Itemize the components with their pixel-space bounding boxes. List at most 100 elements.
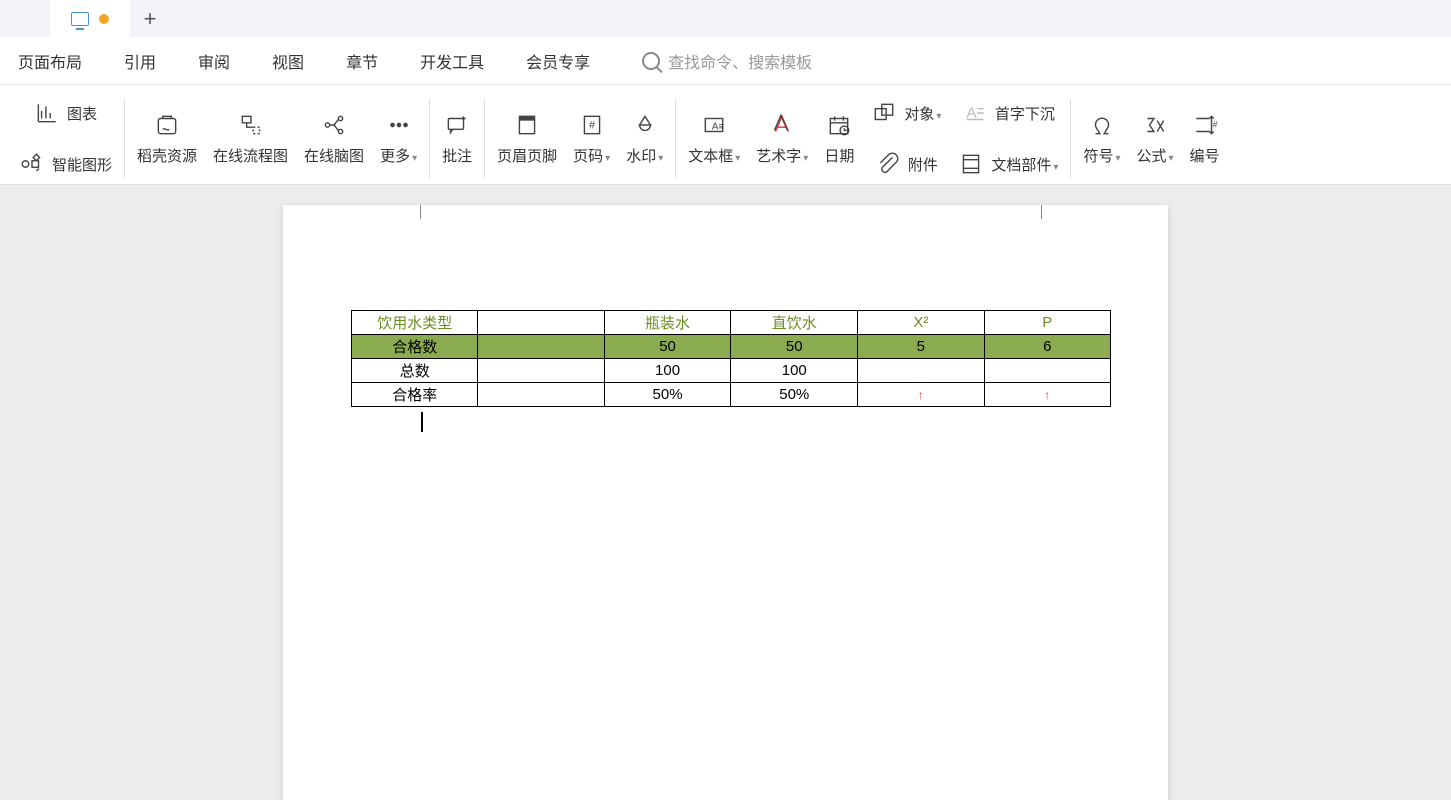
menu-references[interactable]: 引用 <box>124 49 156 73</box>
tab-bar: + <box>0 0 1451 37</box>
table-cell[interactable]: 100 <box>604 359 731 383</box>
unsaved-dot-icon <box>99 14 109 24</box>
pagenum-label: 页码 <box>573 148 603 165</box>
formula-icon <box>1141 111 1169 139</box>
header-cell[interactable]: X² <box>858 311 984 335</box>
pagenum-button[interactable]: # 页码▾ <box>565 93 618 184</box>
symbol-icon <box>1088 111 1116 139</box>
table-cell[interactable]: 50% <box>731 383 858 407</box>
header-cell[interactable]: 直饮水 <box>731 311 858 335</box>
new-tab-button[interactable]: + <box>130 6 170 32</box>
wordart-button[interactable]: 艺术字▾ <box>748 93 816 184</box>
date-label: 日期 <box>824 145 854 166</box>
object-icon <box>870 99 898 127</box>
number-icon: # <box>1191 111 1219 139</box>
document-canvas: 饮用水类型 瓶装水 直饮水 X² P 合格数 50 50 5 6 总数 100 … <box>0 185 1451 800</box>
svg-text:A: A <box>966 104 977 121</box>
formula-button[interactable]: 公式▾ <box>1128 93 1181 184</box>
header-cell[interactable] <box>478 311 604 335</box>
table-row: 合格率 50% 50% ↑ ↑ <box>352 383 1111 407</box>
resource-label: 稻壳资源 <box>137 145 197 166</box>
table-cell[interactable]: 5 <box>858 335 984 359</box>
header-cell[interactable]: 瓶装水 <box>604 311 731 335</box>
table-cell[interactable] <box>858 359 984 383</box>
number-label: 编号 <box>1190 145 1220 166</box>
chart-button[interactable]: 图表 <box>33 93 97 133</box>
formula-label: 公式 <box>1136 148 1166 165</box>
table-cell[interactable]: ↑ <box>858 383 984 407</box>
menu-chapter[interactable]: 章节 <box>346 49 378 73</box>
date-button[interactable]: 日期 <box>816 93 862 184</box>
headerfooter-label: 页眉页脚 <box>497 145 557 166</box>
object-button[interactable]: 对象▾ <box>870 93 941 133</box>
header-cell[interactable]: P <box>984 311 1110 335</box>
flowchart-icon <box>237 111 265 139</box>
search-placeholder: 查找命令、搜索模板 <box>668 49 812 73</box>
table-cell[interactable]: 合格数 <box>352 335 478 359</box>
table-cell[interactable]: 6 <box>984 335 1110 359</box>
watermark-button[interactable]: 水印▾ <box>618 93 671 184</box>
docparts-label: 文档部件 <box>991 157 1051 174</box>
svg-text:#: # <box>1212 119 1217 129</box>
resource-icon <box>153 111 181 139</box>
table-cell[interactable] <box>984 359 1110 383</box>
table-cell[interactable]: 50 <box>604 335 731 359</box>
pagenum-icon: # <box>578 111 606 139</box>
ruler-mark-left <box>420 205 421 219</box>
smartart-label: 智能图形 <box>52 154 112 175</box>
docparts-icon <box>957 150 985 178</box>
menu-member[interactable]: 会员专享 <box>526 49 590 73</box>
date-icon <box>825 111 853 139</box>
more-label: 更多 <box>380 148 410 165</box>
menu-developer[interactable]: 开发工具 <box>420 49 484 73</box>
wordart-icon <box>768 111 796 139</box>
ruler-mark-right <box>1041 205 1042 219</box>
table-header-row: 饮用水类型 瓶装水 直饮水 X² P <box>352 311 1111 335</box>
attach-label: 附件 <box>908 154 938 175</box>
attach-button[interactable]: 附件 <box>874 144 938 184</box>
table-cell[interactable]: ↑ <box>984 383 1110 407</box>
mindmap-icon <box>320 111 348 139</box>
watermark-label: 水印 <box>626 148 656 165</box>
symbol-button[interactable]: 符号▾ <box>1075 93 1128 184</box>
text-cursor <box>421 412 423 432</box>
dropcap-icon: A <box>961 99 989 127</box>
textbox-label: 文本框 <box>688 148 733 165</box>
table-cell[interactable]: 50% <box>604 383 731 407</box>
monitor-icon <box>71 12 89 26</box>
menu-page-layout[interactable]: 页面布局 <box>18 49 82 73</box>
menu-review[interactable]: 审阅 <box>198 49 230 73</box>
table-cell[interactable] <box>478 383 604 407</box>
command-search[interactable]: 查找命令、搜索模板 <box>642 49 812 73</box>
resource-button[interactable]: 稻壳资源 <box>129 93 205 184</box>
header-cell[interactable]: 饮用水类型 <box>352 311 478 335</box>
ribbon-toolbar: 图表 智能图形 稻壳资源 在线流程图 在线脑图 更多▾ 批注 页眉页脚 # 页码… <box>0 85 1451 185</box>
svg-text:A≡: A≡ <box>712 121 725 132</box>
number-button[interactable]: # 编号 <box>1182 93 1228 184</box>
table-cell[interactable] <box>478 335 604 359</box>
headerfooter-button[interactable]: 页眉页脚 <box>489 93 565 184</box>
document-page[interactable]: 饮用水类型 瓶装水 直饮水 X² P 合格数 50 50 5 6 总数 100 … <box>283 205 1168 800</box>
table-cell[interactable]: 合格率 <box>352 383 478 407</box>
comment-button[interactable]: 批注 <box>434 93 480 184</box>
wordart-label: 艺术字 <box>756 148 801 165</box>
textbox-icon: A≡ <box>700 111 728 139</box>
dropcap-button[interactable]: A 首字下沉 <box>961 93 1055 133</box>
flowchart-label: 在线流程图 <box>213 145 288 166</box>
menu-view[interactable]: 视图 <box>272 49 304 73</box>
data-table[interactable]: 饮用水类型 瓶装水 直饮水 X² P 合格数 50 50 5 6 总数 100 … <box>351 310 1111 407</box>
table-cell[interactable]: 50 <box>731 335 858 359</box>
docparts-button[interactable]: 文档部件▾ <box>957 144 1058 184</box>
chart-label: 图表 <box>67 103 97 124</box>
mindmap-button[interactable]: 在线脑图 <box>296 93 372 184</box>
symbol-label: 符号 <box>1083 148 1113 165</box>
textbox-button[interactable]: A≡ 文本框▾ <box>680 93 748 184</box>
smartart-icon <box>18 150 46 178</box>
more-button[interactable]: 更多▾ <box>372 93 425 184</box>
table-cell[interactable]: 总数 <box>352 359 478 383</box>
table-cell[interactable]: 100 <box>731 359 858 383</box>
flowchart-button[interactable]: 在线流程图 <box>205 93 296 184</box>
document-tab[interactable] <box>50 0 130 37</box>
smartart-button[interactable]: 智能图形 <box>18 144 112 184</box>
table-cell[interactable] <box>478 359 604 383</box>
